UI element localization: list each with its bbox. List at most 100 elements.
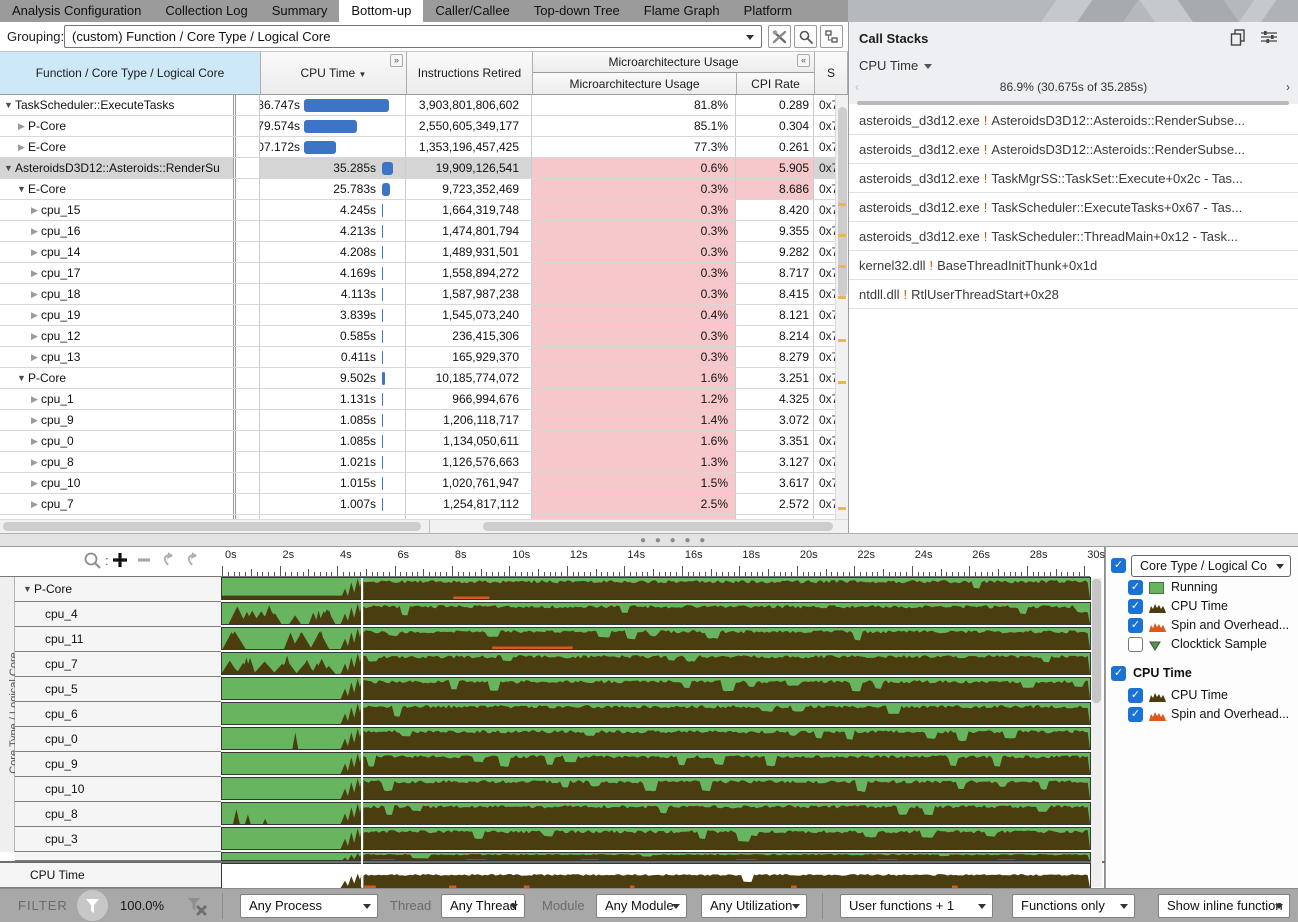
scrollbar-thumb[interactable]	[1092, 579, 1101, 703]
function-name-cell[interactable]: ▼AsteroidsD3D12::Asteroids::RenderSu	[0, 158, 234, 178]
column-splitter[interactable]	[234, 452, 260, 472]
collapse-column-button[interactable]: «	[797, 54, 810, 67]
thread-filter-select[interactable]: Any Thread	[441, 894, 525, 918]
function-name-cell[interactable]: ▶cpu_7	[0, 494, 234, 514]
timeline-summary-label[interactable]: CPU Time	[0, 863, 221, 888]
scrollbar-thumb[interactable]	[3, 522, 421, 531]
customize-grouping-button[interactable]	[768, 25, 791, 48]
table-row[interactable]: ▶cpu_120.585s236,415,3060.3%8.2140x7	[0, 326, 848, 347]
search-button[interactable]	[794, 25, 817, 48]
scrollbar-thumb[interactable]	[483, 522, 833, 531]
timeline-row-label[interactable]: cpu_0	[15, 727, 221, 752]
collapse-arrow-icon[interactable]: ▼	[2, 95, 15, 115]
timeline-band-chart[interactable]	[221, 652, 1091, 675]
checkbox-unchecked[interactable]	[1128, 637, 1143, 652]
expand-arrow-icon[interactable]: ▶	[15, 116, 28, 136]
column-splitter[interactable]	[234, 137, 260, 157]
settings-sliders-icon[interactable]	[1260, 29, 1278, 50]
checkbox-checked[interactable]: ✓	[1111, 666, 1126, 681]
column-header-cpu-time[interactable]: CPU Time ▼ »	[261, 52, 407, 95]
expand-arrow-icon[interactable]: ▶	[28, 452, 41, 472]
stacks-horizontal-scrollbar[interactable]	[857, 101, 1289, 105]
column-splitter[interactable]	[234, 200, 260, 220]
expand-arrow-icon[interactable]: ▶	[28, 431, 41, 451]
column-splitter[interactable]	[234, 347, 260, 367]
column-splitter[interactable]	[234, 242, 260, 262]
utilization-filter-select[interactable]: Any Utilization	[701, 894, 807, 918]
expand-arrow-icon[interactable]: ▶	[28, 347, 41, 367]
cpu-time-overview-chart[interactable]	[221, 863, 1091, 889]
column-splitter[interactable]	[234, 179, 260, 199]
table-row[interactable]: ▶cpu_174.169s1,558,894,2720.3%8.7170x7	[0, 263, 848, 284]
collapse-arrow-icon[interactable]: ▼	[15, 368, 28, 388]
function-name-cell[interactable]: ▶cpu_15	[0, 200, 234, 220]
checkbox-checked[interactable]: ✓	[1128, 707, 1143, 722]
tab-platform[interactable]: Platform	[732, 0, 804, 22]
legend-group-dropdown[interactable]: Core Type / Logical Co	[1131, 555, 1291, 577]
timeline-band-chart[interactable]	[221, 727, 1091, 750]
next-stack-arrow[interactable]: ›	[1286, 80, 1290, 94]
function-name-cell[interactable]: ▶cpu_1	[0, 389, 234, 409]
column-header-function[interactable]: Function / Core Type / Logical Core	[0, 52, 261, 95]
expand-arrow-icon[interactable]: ▶	[15, 137, 28, 157]
column-splitter[interactable]	[234, 284, 260, 304]
splitter-handle[interactable]: ● ● ● ● ●	[640, 539, 708, 543]
timeline-row-cpu_8[interactable]: cpu_8	[0, 802, 1105, 827]
timeline-vertical-scrollbar[interactable]	[1091, 578, 1102, 887]
column-splitter[interactable]	[234, 95, 260, 115]
module-filter-select[interactable]: Any Module	[596, 894, 687, 918]
function-name-cell[interactable]: ▶cpu_0	[0, 431, 234, 451]
tab-collection-log[interactable]: Collection Log	[153, 0, 259, 22]
function-name-cell[interactable]: ▶cpu_14	[0, 242, 234, 262]
column-splitter[interactable]	[234, 431, 260, 451]
timeline-band-chart[interactable]	[221, 627, 1091, 650]
expand-arrow-icon[interactable]: ▶	[28, 200, 41, 220]
expand-arrow-icon[interactable]: ▶	[28, 473, 41, 493]
table-row[interactable]: ▶cpu_164.213s1,474,801,7940.3%9.3550x7	[0, 221, 848, 242]
redo-zoom-icon[interactable]	[189, 552, 197, 565]
table-row[interactable]: ▶cpu_184.113s1,587,987,2380.3%8.4150x7	[0, 284, 848, 305]
collapse-arrow-icon[interactable]: ▼	[2, 158, 15, 178]
timeline-row-label[interactable]: cpu_5	[15, 677, 221, 702]
expand-arrow-icon[interactable]: ▶	[28, 326, 41, 346]
timeline-row-cpu_4[interactable]: cpu_4	[0, 602, 1105, 627]
checkbox-checked[interactable]: ✓	[1128, 599, 1143, 614]
grouping-dropdown[interactable]: (custom) Function / Core Type / Logical …	[64, 25, 762, 48]
timeline-row-cpu_10[interactable]: cpu_10	[0, 777, 1105, 802]
timeline-band-chart[interactable]	[221, 852, 1091, 861]
column-header-microarchitecture-usage[interactable]: Microarchitecture Usage	[533, 73, 737, 95]
timeline-band-chart[interactable]	[221, 577, 1091, 600]
timeline-row-label[interactable]: cpu_10	[15, 777, 221, 802]
call-stack-mode-select[interactable]: User functions + 1	[840, 894, 993, 918]
timeline-band-chart[interactable]	[221, 677, 1091, 700]
timeline-row-cpu_0[interactable]: cpu_0	[0, 727, 1105, 752]
tab-caller-callee[interactable]: Caller/Callee	[423, 0, 521, 22]
stack-frame-row[interactable]: asteroids_d3d12.exe!AsteroidsD3D12::Aste…	[849, 106, 1298, 135]
timeline-row-label[interactable]: ▼P-Core	[15, 577, 221, 602]
column-splitter[interactable]	[234, 494, 260, 514]
column-splitter[interactable]	[234, 116, 260, 136]
grid-vertical-scrollbar[interactable]	[835, 95, 848, 519]
function-name-cell[interactable]: ▶cpu_10	[0, 473, 234, 493]
timeline-row-cpu_7[interactable]: cpu_7	[0, 652, 1105, 677]
table-row[interactable]: ▶cpu_91.085s1,206,118,7171.4%3.0720x7	[0, 410, 848, 431]
copy-icon[interactable]	[1230, 29, 1246, 51]
table-row[interactable]: ▶cpu_81.021s1,126,576,6631.3%3.1270x7	[0, 452, 848, 473]
tab-top-down-tree[interactable]: Top-down Tree	[522, 0, 632, 22]
function-name-cell[interactable]: ▼TaskScheduler::ExecuteTasks	[0, 95, 234, 115]
function-name-cell[interactable]: ▶cpu_12	[0, 326, 234, 346]
timeline-band-chart[interactable]	[221, 802, 1091, 825]
pane-splitter-horizontal[interactable]: ● ● ● ● ●	[0, 533, 1298, 547]
function-name-cell[interactable]: ▶cpu_18	[0, 284, 234, 304]
column-splitter[interactable]	[234, 326, 260, 346]
column-splitter[interactable]	[234, 473, 260, 493]
grouping-mode-button[interactable]	[820, 25, 843, 48]
column-header-instructions-retired[interactable]: Instructions Retired	[407, 52, 533, 95]
function-name-cell[interactable]: ▶cpu_16	[0, 221, 234, 241]
timeline-marker-line[interactable]	[361, 578, 363, 887]
timeline-band-chart[interactable]	[221, 602, 1091, 625]
stack-metric-dropdown[interactable]: CPU Time	[859, 58, 926, 73]
timeline-band-chart[interactable]	[221, 777, 1091, 800]
table-row[interactable]: ▼E-Core25.783s9,723,352,4690.3%8.6860x7	[0, 179, 848, 200]
table-row[interactable]: ▶cpu_11.131s966,994,6761.2%4.3250x7	[0, 389, 848, 410]
